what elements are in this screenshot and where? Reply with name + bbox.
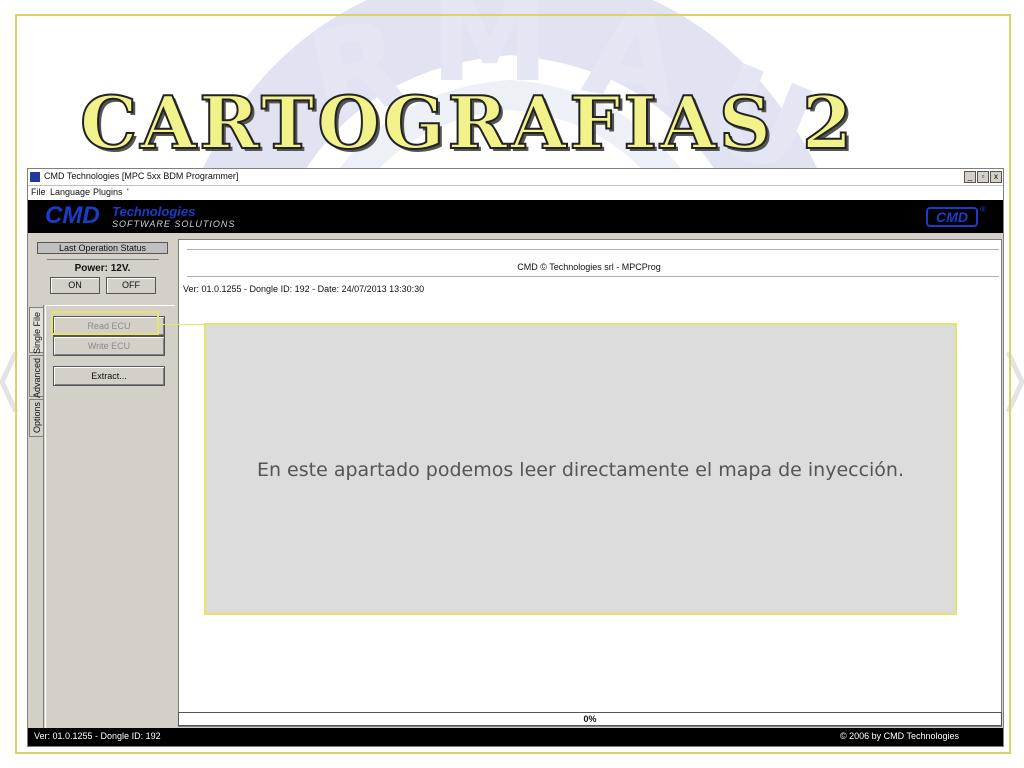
callout-box: En este apartado podemos leer directamen… (204, 323, 957, 615)
registered-mark: ® (980, 205, 986, 214)
banner-tagline: Technologies (112, 204, 196, 219)
menu-bar: File Language Plugins ' (28, 186, 1003, 200)
slide: R M A U Cartografias 2 CMD Technologies … (0, 0, 1024, 768)
progress-bar: 0% (178, 712, 1002, 726)
window-title: CMD Technologies [MPC 5xx BDM Programmer… (44, 171, 239, 181)
menu-language[interactable]: Language (50, 187, 90, 197)
divider (47, 259, 159, 260)
menu-plugins[interactable]: Plugins (93, 187, 123, 197)
divider (187, 276, 999, 277)
status-copyright: © 2006 by CMD Technologies (840, 731, 960, 741)
power-label: Power: 12V. (74, 263, 131, 274)
minimize-button[interactable]: _ (964, 171, 976, 183)
status-bar: Ver: 01.0.1255 - Dongle ID: 192 © 2006 b… (28, 728, 1003, 746)
power-on-button[interactable]: ON (50, 277, 100, 294)
tab-advanced[interactable]: Advanced (29, 355, 44, 398)
cmd-logo: CMD (926, 207, 978, 227)
banner-subtitle: SOFTWARE SOLUTIONS (112, 219, 236, 229)
progress-label: 0% (583, 714, 597, 724)
divider (187, 249, 999, 250)
maximize-button[interactable]: ▫ (977, 171, 989, 183)
output-header: CMD © Technologies srl - MPCProg (517, 262, 661, 272)
app-icon (30, 172, 40, 182)
tab-single-file[interactable]: Single File (29, 307, 44, 354)
close-button[interactable]: x (990, 171, 1002, 183)
app-banner: CMD Technologies SOFTWARE SOLUTIONS CMD … (28, 200, 1003, 233)
menu-file[interactable]: File (31, 187, 46, 197)
tab-options[interactable]: Options (29, 399, 44, 437)
callout-connector (159, 324, 207, 325)
window-titlebar: CMD Technologies [MPC 5xx BDM Programmer… (28, 169, 1003, 186)
callout-text: En este apartado podemos leer directamen… (256, 459, 905, 481)
banner-brand: CMD (45, 202, 100, 229)
menu-extra[interactable]: ' (127, 187, 129, 197)
extract-button[interactable]: Extract... (53, 366, 165, 386)
read-ecu-highlight (51, 311, 159, 335)
power-off-button[interactable]: OFF (106, 277, 156, 294)
last-operation-status: Last Operation Status (37, 242, 168, 254)
version-line: Ver: 01.0.1255 - Dongle ID: 192 - Date: … (183, 284, 425, 294)
write-ecu-button[interactable]: Write ECU (53, 336, 165, 356)
slide-title: Cartografias 2 (79, 79, 856, 166)
left-panel: Last Operation Status Power: 12V. ON OFF… (28, 235, 176, 728)
status-version: Ver: 01.0.1255 - Dongle ID: 192 (34, 731, 161, 741)
